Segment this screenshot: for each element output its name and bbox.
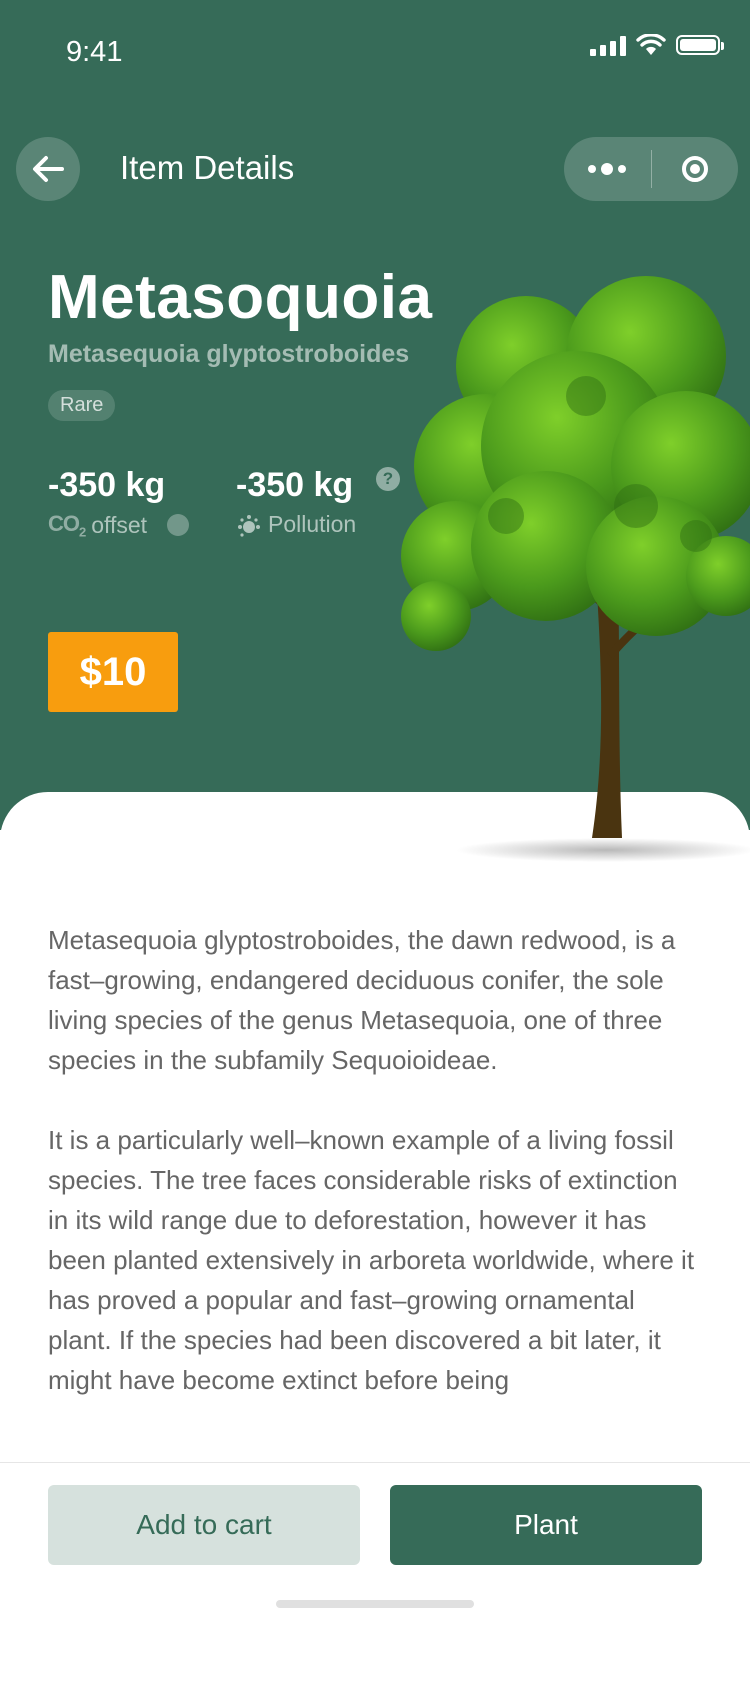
home-indicator	[276, 1600, 474, 1608]
add-to-cart-button[interactable]: Add to cart	[48, 1485, 360, 1565]
pollution-stat: -350 kg Pollution	[236, 466, 356, 538]
more-button[interactable]	[564, 137, 651, 201]
status-icons	[590, 34, 724, 56]
bottom-action-bar: Add to cart Plant	[0, 1462, 750, 1625]
mini-program-capsule	[564, 137, 738, 201]
more-dots-icon	[588, 163, 627, 175]
plant-scientific-name: Metasequoia glyptostroboides	[48, 340, 410, 368]
description: Metasequoia glyptostroboides, the dawn r…	[48, 920, 698, 1458]
page-title: Item Details	[120, 149, 295, 186]
description-paragraph: Metasequoia glyptostroboides, the dawn r…	[48, 925, 676, 1075]
description-paragraph: It is a particularly well–known example …	[48, 1125, 695, 1395]
co2-offset-label: offset	[91, 511, 148, 538]
plant-common-name: Metasoquoia	[48, 263, 433, 332]
target-icon	[681, 156, 708, 182]
close-miniprogram-button[interactable]	[652, 137, 739, 201]
pollution-label: Pollution	[268, 511, 357, 537]
pollution-icon	[238, 514, 260, 537]
back-arrow-icon	[33, 156, 64, 182]
pollution-value: -350 kg	[236, 466, 354, 504]
back-button[interactable]	[16, 137, 80, 201]
rarity-tag: Rare	[48, 390, 116, 421]
co2-icon: CO2	[48, 511, 86, 540]
wifi-icon	[636, 34, 666, 55]
price-badge: $10	[48, 632, 178, 712]
plant-button[interactable]: Plant	[390, 1485, 702, 1565]
status-time: 9:41	[66, 36, 123, 68]
co2-offset-stat: -350 kg CO2 offset	[48, 466, 190, 540]
battery-icon	[676, 35, 724, 55]
co2-offset-value: -350 kg	[48, 466, 166, 504]
info-dot-icon	[167, 514, 190, 537]
tree-image	[401, 276, 750, 862]
signal-icon	[590, 34, 626, 56]
